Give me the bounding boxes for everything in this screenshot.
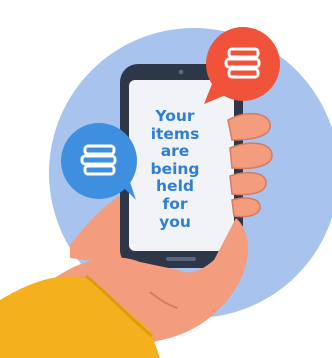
phone-home-bar	[166, 257, 196, 261]
illustration: Your items are being held for you	[0, 0, 332, 358]
phone-camera	[178, 69, 184, 75]
phone-screen-message: Your items are being held for you	[150, 107, 200, 231]
